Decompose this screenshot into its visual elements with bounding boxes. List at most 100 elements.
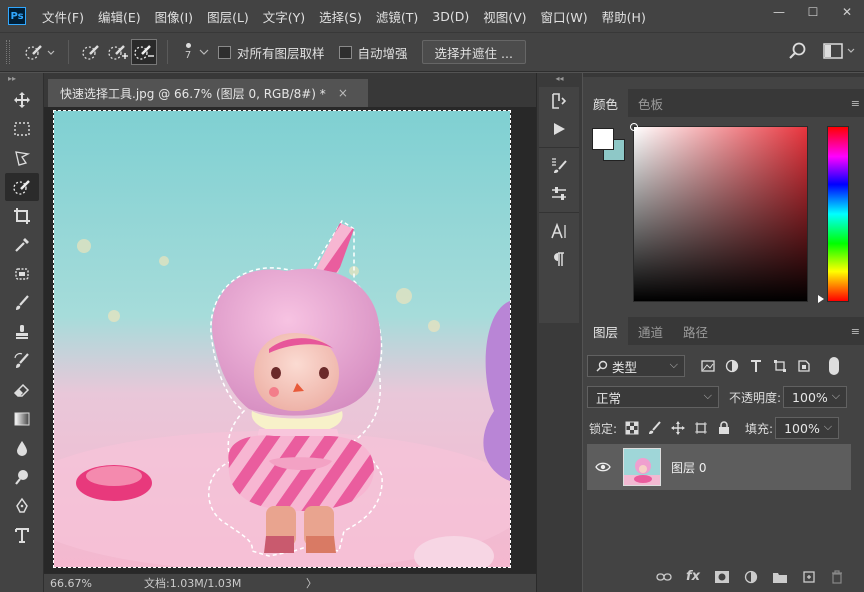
history-panel-button[interactable] [539, 87, 579, 115]
menu-help[interactable]: 帮助(H) [602, 7, 646, 26]
brush-size-picker[interactable]: 7 [178, 43, 210, 61]
blur-tool[interactable] [5, 434, 39, 462]
opacity-field[interactable]: 100% ⌵ [783, 386, 848, 408]
brush-size: 7 [178, 43, 198, 61]
lock-position-icon[interactable] [671, 421, 686, 435]
auto-enhance-checkbox[interactable] [338, 45, 352, 59]
document-tab[interactable]: 快速选择工具.jpg @ 66.7% (图层 0, RGB/8#) * × [48, 79, 368, 107]
lasso-tool[interactable] [5, 144, 39, 172]
history-brush-tool[interactable] [5, 347, 39, 375]
menu-filter[interactable]: 滤镜(T) [376, 7, 418, 26]
menu-bar: Ps 文件(F) 编辑(E) 图像(I) 图层(L) 文字(Y) 选择(S) 滤… [0, 0, 864, 32]
menu-3d[interactable]: 3D(D) [432, 9, 469, 24]
new-layer-icon[interactable] [802, 570, 816, 584]
subtract-from-selection-button[interactable] [131, 39, 157, 65]
link-layers-icon[interactable] [656, 571, 672, 583]
dodge-tool[interactable] [5, 463, 39, 491]
add-to-selection-button[interactable] [105, 39, 131, 65]
pixel-layer-filter-icon[interactable] [701, 359, 715, 373]
marquee-tool[interactable] [5, 115, 39, 143]
menu-view[interactable]: 视图(V) [483, 7, 526, 26]
type-tool[interactable] [5, 521, 39, 549]
options-grip[interactable] [6, 40, 10, 64]
expand-panels-icon[interactable]: ◂◂ [537, 73, 582, 85]
menu-layer[interactable]: 图层(L) [207, 7, 249, 26]
menu-edit[interactable]: 编辑(E) [98, 7, 141, 26]
shape-layer-filter-icon[interactable] [773, 359, 787, 373]
filter-toggle-switch[interactable] [829, 357, 839, 375]
brush-settings-panel-button[interactable] [539, 152, 579, 180]
menu-select[interactable]: 选择(S) [319, 7, 362, 26]
new-selection-mode-button[interactable] [79, 39, 105, 65]
eye-visibility-icon[interactable] [595, 461, 611, 473]
eyedropper-icon [15, 238, 29, 252]
tools-panel: ▸▸ [0, 73, 44, 592]
eyedropper-tool[interactable] [5, 231, 39, 259]
paragraph-panel-button[interactable] [539, 245, 579, 273]
sample-all-layers-checkbox[interactable] [218, 45, 231, 59]
adjustment-layer-icon[interactable] [744, 570, 758, 584]
layer-name[interactable]: 图层 0 [671, 459, 706, 476]
tab-paths[interactable]: 路径 [673, 317, 718, 345]
adjustments-panel-button[interactable] [539, 180, 579, 208]
subtract-selection-icon [134, 45, 154, 60]
menu-window[interactable]: 窗口(W) [541, 7, 588, 26]
patch-tool[interactable] [5, 260, 39, 288]
canvas-area[interactable] [44, 107, 536, 573]
document-canvas[interactable] [53, 110, 511, 568]
hue-slider[interactable] [827, 126, 849, 302]
layer-style-fx-icon[interactable]: fx [686, 569, 700, 584]
lock-image-pixels-icon[interactable] [648, 421, 662, 435]
quick-selection-tool[interactable] [5, 173, 39, 201]
prevent-nesting-icon[interactable] [694, 421, 708, 435]
zoom-level[interactable]: 66.67% [44, 577, 96, 590]
character-panel-button[interactable] [539, 217, 579, 245]
gradient-tool[interactable] [5, 405, 39, 433]
tab-layers[interactable]: 图层 [583, 317, 629, 345]
tab-swatches[interactable]: 色板 [628, 89, 673, 117]
foreground-color-swatch[interactable] [592, 128, 614, 150]
maximize-button[interactable]: ☐ [796, 0, 830, 24]
brush-tool[interactable] [5, 289, 39, 317]
menu-image[interactable]: 图像(I) [155, 7, 193, 26]
color-panel-tabs: 颜色 色板 ≡ [583, 89, 864, 117]
new-group-folder-icon[interactable] [772, 570, 788, 584]
delete-layer-trash-icon[interactable] [830, 569, 844, 584]
adjustment-layer-filter-icon[interactable] [725, 359, 739, 373]
tool-preset-picker[interactable] [20, 39, 58, 65]
add-mask-icon[interactable] [714, 570, 730, 584]
layer-filter-dropdown[interactable]: 类型 ⌵ [587, 355, 685, 377]
hue-slider-handle-icon[interactable] [818, 295, 824, 303]
pen-tool[interactable] [5, 492, 39, 520]
lock-all-icon[interactable] [717, 421, 731, 435]
collapse-toolbar-icon[interactable]: ▸▸ [0, 73, 43, 85]
eraser-tool[interactable] [5, 376, 39, 404]
smart-object-filter-icon[interactable] [797, 359, 811, 373]
minimize-button[interactable]: — [762, 0, 796, 24]
select-and-mask-button[interactable]: 选择并遮住 ... [421, 40, 526, 64]
crop-icon [14, 208, 30, 224]
search-icon[interactable] [788, 41, 808, 61]
blend-mode-dropdown[interactable]: 正常 ⌵ [587, 386, 719, 408]
actions-panel-button[interactable] [539, 115, 579, 143]
type-layer-filter-icon[interactable] [749, 359, 763, 373]
layer-item[interactable]: 图层 0 [587, 444, 851, 490]
chevron-down-icon: ⌵ [703, 389, 712, 402]
clone-stamp-tool[interactable] [5, 318, 39, 346]
crop-tool[interactable] [5, 202, 39, 230]
tab-channels[interactable]: 通道 [628, 317, 673, 345]
history-icon [552, 93, 567, 109]
color-field[interactable] [630, 123, 808, 302]
status-menu-arrow-icon[interactable]: 〉 [306, 575, 317, 591]
close-document-icon[interactable]: × [338, 86, 348, 100]
menu-file[interactable]: 文件(F) [42, 7, 84, 26]
layers-panel-menu-icon[interactable]: ≡ [851, 325, 860, 338]
menu-type[interactable]: 文字(Y) [263, 7, 305, 26]
move-tool[interactable] [5, 86, 39, 114]
color-panel-menu-icon[interactable]: ≡ [851, 97, 860, 110]
close-window-button[interactable]: ✕ [830, 0, 864, 24]
workspace-icon[interactable] [822, 41, 856, 61]
fill-field[interactable]: 100% ⌵ [775, 417, 840, 439]
lock-transparent-pixels-icon[interactable] [625, 421, 639, 435]
tab-color[interactable]: 颜色 [583, 89, 629, 117]
